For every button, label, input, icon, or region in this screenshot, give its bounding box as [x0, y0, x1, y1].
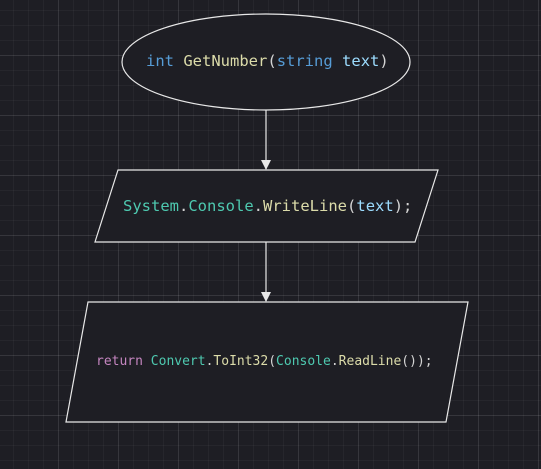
code-token-punct: ); — [393, 197, 413, 215]
start-node-label: int GetNumber(string text) — [146, 52, 389, 70]
code-token-method: ReadLine — [338, 354, 402, 369]
code-token-class: Console — [276, 354, 331, 369]
code-token-class: System — [123, 197, 179, 215]
code-token-keyword: int — [146, 52, 174, 70]
code-token-param: text — [342, 52, 380, 70]
code-token-method: GetNumber — [183, 52, 268, 70]
code-token-method: WriteLine — [263, 197, 348, 215]
code-token-punct: ( — [347, 197, 357, 215]
step1-node-label: System.Console.WriteLine(text); — [123, 197, 413, 215]
code-token-method: ToInt32 — [213, 354, 269, 369]
code-token-param: text — [356, 197, 394, 215]
code-token-keyword: string — [276, 52, 333, 70]
code-token-punct: . — [330, 354, 339, 369]
code-token-punct: . — [179, 197, 189, 215]
code-token-punct: . — [253, 197, 264, 215]
code-token-punct: ( — [267, 52, 277, 70]
code-token-punct: ()); — [401, 354, 433, 369]
code-token-class: Console — [188, 197, 254, 215]
code-token-punct: ) — [379, 52, 389, 70]
code-token-class: Convert — [150, 354, 206, 369]
step2-node-label: return Convert.ToInt32(Console.ReadLine(… — [96, 355, 433, 368]
code-token-punct: ( — [268, 354, 277, 369]
code-token-control: return — [96, 354, 143, 369]
flowchart-canvas — [65, 13, 469, 423]
